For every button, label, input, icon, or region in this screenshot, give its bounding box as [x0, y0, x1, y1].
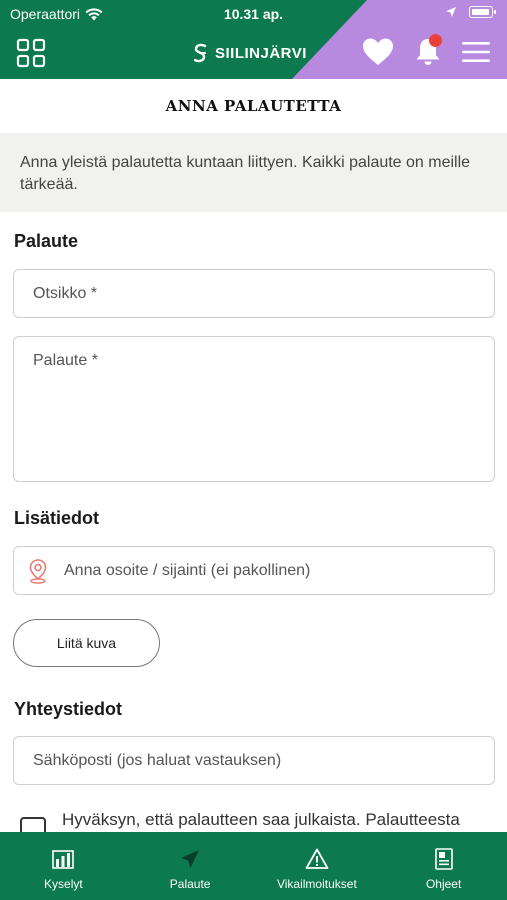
nav-item-kyselyt[interactable]: Kyselyt	[0, 832, 127, 900]
nav-label-vikailmoitukset: Vikailmoitukset	[276, 877, 357, 891]
warning-icon	[305, 848, 329, 869]
bottom-nav: Kyselyt Palaute Vikailmoitukset Ohjeet	[0, 832, 507, 900]
grid-icon	[16, 38, 46, 68]
nav-item-palaute[interactable]: Palaute	[127, 832, 254, 900]
nav-label-kyselyt: Kyselyt	[44, 877, 83, 891]
heart-icon	[363, 38, 393, 65]
menu-button[interactable]	[462, 40, 490, 64]
battery-icon	[469, 6, 496, 18]
location-placeholder: Anna osoite / sijainti (ei pakollinen)	[64, 561, 311, 579]
favorites-button[interactable]	[362, 37, 394, 67]
document-icon	[434, 848, 453, 870]
logo-mark-icon	[193, 43, 207, 63]
notifications-button[interactable]	[413, 34, 443, 67]
nav-item-vikailmoitukset[interactable]: Vikailmoitukset	[254, 832, 381, 900]
clock: 10.31 ap.	[223, 6, 284, 22]
feedback-section-label: Palaute	[14, 231, 79, 251]
feedback-textarea[interactable]: Palaute *	[13, 336, 495, 482]
intro-text: Anna yleistä palautetta kuntaan liittyen…	[0, 133, 507, 212]
brand-logo: SIILINJÄRVI	[192, 41, 307, 65]
location-input[interactable]: Anna osoite / sijainti (ei pakollinen)	[13, 546, 495, 595]
nav-item-ohjeet[interactable]: Ohjeet	[380, 832, 507, 900]
apps-grid-button[interactable]	[16, 38, 46, 68]
subject-input[interactable]: Otsikko *	[13, 269, 495, 318]
status-bar: Operaattori 10.31 ap.	[0, 0, 507, 28]
page-title: ANNA PALAUTETTA	[165, 97, 342, 115]
menu-icon	[462, 42, 490, 62]
contact-section-label: Yhteystiedot	[14, 699, 123, 719]
app-header: Operaattori 10.31 ap. SIILINJÄRVI	[0, 0, 507, 79]
attach-image-button[interactable]: Liitä kuva	[13, 619, 160, 667]
feedback-placeholder: Palaute *	[33, 352, 98, 369]
bar-chart-icon	[52, 850, 75, 869]
nav-label-palaute: Palaute	[169, 877, 211, 891]
status-icons	[445, 6, 496, 18]
location-pin-icon	[29, 558, 47, 584]
email-placeholder: Sähköposti (jos haluat vastauksen)	[33, 751, 282, 769]
location-arrow-icon	[446, 7, 456, 17]
details-section-label: Lisätiedot	[14, 508, 100, 528]
notification-badge	[429, 34, 442, 47]
brand-name: SIILINJÄRVI	[215, 44, 307, 62]
subject-placeholder: Otsikko *	[33, 284, 98, 302]
nav-label-ohjeet: Ohjeet	[425, 877, 462, 891]
paper-plane-icon	[181, 850, 200, 868]
email-input[interactable]: Sähköposti (jos haluat vastauksen)	[13, 736, 495, 785]
